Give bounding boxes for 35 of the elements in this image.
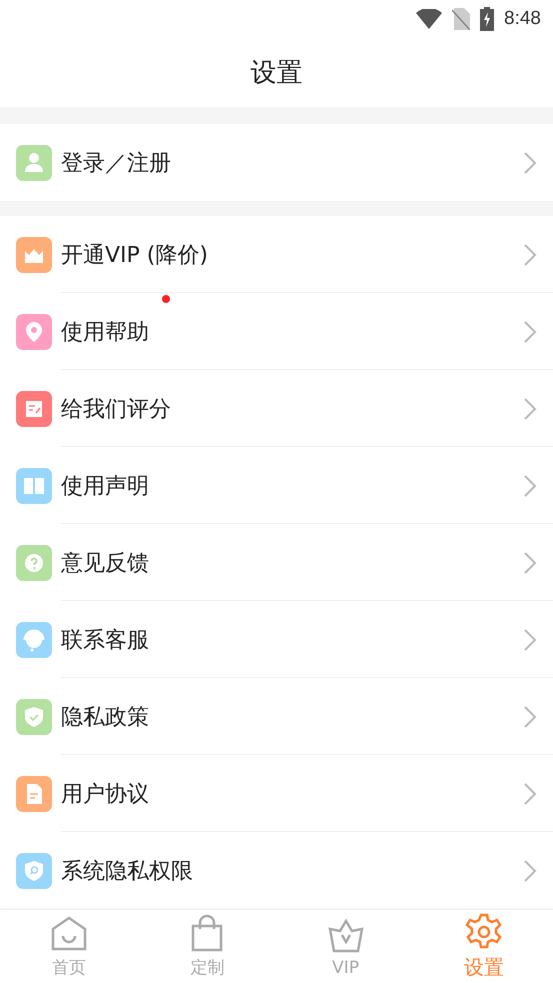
chevron-icon	[523, 628, 537, 652]
no-sim-icon	[452, 8, 470, 30]
page-title: 设置	[250, 57, 302, 90]
row-label: 隐私政策	[61, 704, 149, 732]
settings-row[interactable]: 登录／注册	[0, 124, 553, 202]
row-label: 给我们评分	[61, 396, 171, 424]
chevron-icon	[523, 242, 537, 267]
settings-row[interactable]: 系统隐私权限	[0, 832, 553, 910]
settings-row[interactable]: 意见反馈	[0, 524, 553, 602]
settings-row[interactable]: 使用帮助	[0, 293, 553, 370]
battery-charging-icon	[480, 7, 494, 32]
status-time: 8:48	[504, 8, 541, 30]
chevron-icon	[523, 704, 537, 729]
settings-row[interactable]: 隐私政策	[0, 678, 553, 756]
chevron-icon	[523, 320, 537, 344]
row-label: 系统隐私权限	[61, 858, 193, 886]
row-label: 使用声明	[61, 472, 149, 501]
chevron-icon	[523, 396, 537, 421]
row-label: 使用帮助	[61, 318, 149, 347]
row-label: 用户协议	[61, 780, 149, 809]
wifi-icon	[416, 9, 442, 30]
chevron-icon	[523, 150, 537, 175]
settings-row[interactable]: 开通VIP (降价)	[0, 216, 553, 294]
chevron-icon	[523, 858, 537, 883]
settings-row[interactable]: 用户协议	[0, 755, 553, 832]
chevron-icon	[523, 782, 537, 806]
settings-row[interactable]: 给我们评分	[0, 370, 553, 448]
row-label: 开通VIP (降价)	[61, 242, 208, 270]
row-label: 登录／注册	[61, 150, 171, 178]
chevron-icon	[523, 474, 537, 498]
chevron-icon	[523, 550, 537, 575]
settings-row[interactable]: 使用声明	[0, 447, 553, 524]
settings-row[interactable]: 联系客服	[0, 601, 553, 678]
row-label: 意见反馈	[61, 550, 149, 578]
row-label: 联系客服	[61, 626, 149, 655]
